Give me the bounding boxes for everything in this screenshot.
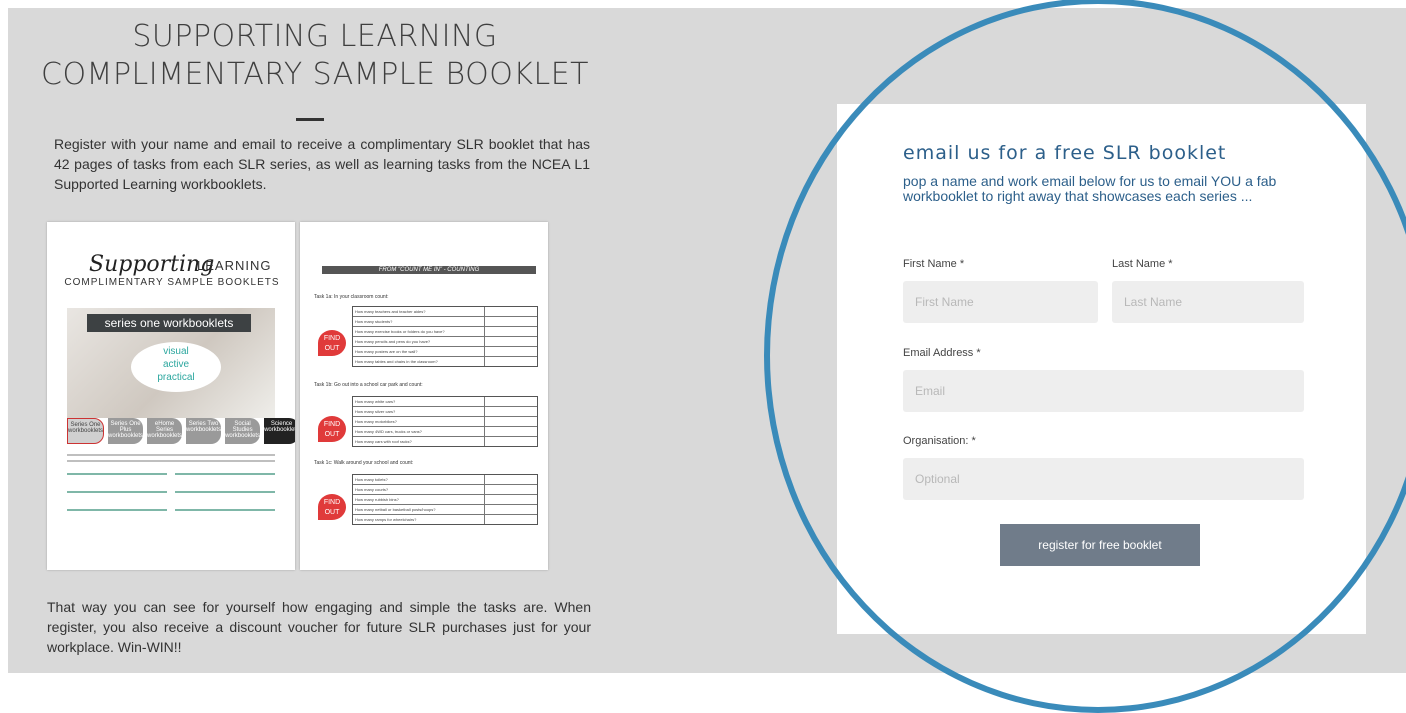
booklet-script-title: Supporting <box>89 252 215 277</box>
first-name-input[interactable] <box>903 281 1098 323</box>
table-row: How many 4WD cars, trucks or vans? <box>353 427 537 437</box>
last-name-label: Last Name * <box>1112 258 1173 270</box>
booklet-subtitle: COMPLIMENTARY SAMPLE BOOKLETS <box>64 277 280 288</box>
oval-word: visual <box>163 346 189 357</box>
series-tab: Series One workbooklets <box>67 418 105 444</box>
table-row: How many silver cars? <box>353 407 537 417</box>
intro-text: Register with your name and email to rec… <box>54 136 590 192</box>
task-1a-label: Task 1a: In your classroom count: <box>314 294 389 300</box>
table-row: How many posters are on the wall? <box>353 347 537 357</box>
title-line-2: COMPLIMENTARY SAMPLE BOOKLET <box>41 57 589 92</box>
task-1b-label: Task 1b: Go out into a school car park a… <box>314 382 423 388</box>
last-name-input[interactable] <box>1112 281 1304 323</box>
booklet-oval: visual active practical <box>131 342 221 392</box>
table-row: How many netball or basketball posts/hoo… <box>353 505 537 515</box>
find-out-pin: FIND OUT <box>318 494 346 520</box>
outro-text: That way you can see for yourself how en… <box>47 599 591 655</box>
table-row: How many pencils and pens do you have? <box>353 337 537 347</box>
table-row: How many motorbikes? <box>353 417 537 427</box>
task-page-header: FROM "COUNT ME IN" - COUNTING <box>322 266 536 274</box>
oval-word: active <box>162 359 190 370</box>
page-title: SUPPORTING LEARNING COMPLIMENTARY SAMPLE… <box>0 18 630 94</box>
organisation-label: Organisation: * <box>903 435 976 447</box>
table-row: How many exercise books or folders do yo… <box>353 327 537 337</box>
task-1b-table: How many white cars? How many silver car… <box>352 396 538 447</box>
table-row: How many cars with roof racks? <box>353 437 537 446</box>
first-name-label: First Name * <box>903 258 965 270</box>
title-divider <box>296 118 324 121</box>
table-row: How many students? <box>353 317 537 327</box>
booklet-cover-image: Supporting LEARNING COMPLIMENTARY SAMPLE… <box>47 222 295 570</box>
form-heading: email us for a free SLR booklet <box>903 142 1227 164</box>
series-tab: eHome Series workbooklets <box>147 418 183 444</box>
form-subheading: pop a name and work email below for us t… <box>903 173 1277 204</box>
register-button[interactable]: register for free booklet <box>1000 524 1200 566</box>
email-input[interactable] <box>903 370 1304 412</box>
table-row: How many white cars? <box>353 397 537 407</box>
series-tab: Social Studies workbooklets <box>225 418 261 444</box>
booklet-task-page-image: FROM "COUNT ME IN" - COUNTING Task 1a: I… <box>300 222 548 570</box>
table-row: How many rubbish bins? <box>353 495 537 505</box>
signup-form-card: email us for a free SLR booklet pop a na… <box>837 104 1366 634</box>
table-row: How many teachers and teacher aides? <box>353 307 537 317</box>
booklet-title-word: LEARNING <box>197 258 272 273</box>
table-row: How many ramps for wheelchairs? <box>353 515 537 524</box>
table-row: How many courts? <box>353 485 537 495</box>
title-line-1: SUPPORTING LEARNING <box>132 19 498 54</box>
task-1c-label: Task 1c: Walk around your school and cou… <box>314 460 414 466</box>
email-label: Email Address * <box>903 347 981 359</box>
series-tab: Series Two workbooklets <box>186 418 222 444</box>
table-row: How many toilets? <box>353 475 537 485</box>
booklet-text-lines <box>67 450 275 520</box>
table-row: How many tables and chairs in the classr… <box>353 357 537 366</box>
organisation-input[interactable] <box>903 458 1304 500</box>
booklet-series-tabs: Series One workbooklets Series One Plus … <box>67 418 295 444</box>
find-out-pin: FIND OUT <box>318 416 346 442</box>
booklet-banner: series one workbooklets <box>87 314 251 332</box>
task-1a-table: How many teachers and teacher aides? How… <box>352 306 538 367</box>
find-out-pin: FIND OUT <box>318 330 346 356</box>
task-1c-table: How many toilets? How many courts? How m… <box>352 474 538 525</box>
series-tab: Science workbooklets <box>264 418 295 444</box>
oval-word: practical <box>157 372 195 383</box>
series-tab: Series One Plus workbooklets <box>108 418 144 444</box>
